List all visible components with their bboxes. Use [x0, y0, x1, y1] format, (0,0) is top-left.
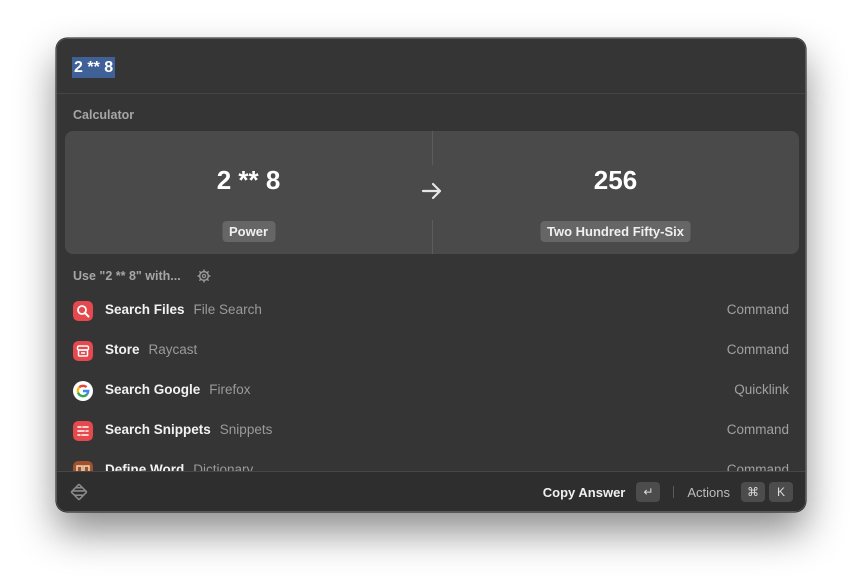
- list-item-type: Quicklink: [734, 382, 789, 397]
- list-item-title: Search Snippets Snippets: [105, 422, 273, 437]
- calculator-expression-label: Power: [221, 221, 276, 242]
- search-bar[interactable]: 2 ** 8: [57, 39, 805, 94]
- list-item-title: Store Raycast: [105, 342, 198, 357]
- list-item-store[interactable]: Store Raycast Command: [57, 331, 805, 371]
- list-item-title: Search Files File Search: [105, 302, 262, 317]
- list-item-search-snippets[interactable]: Search Snippets Snippets Command: [57, 411, 805, 451]
- calculator-section-title: Calculator: [73, 108, 135, 122]
- list-item-type: Command: [726, 422, 789, 437]
- command-key-hint: ⌘: [741, 482, 765, 502]
- action-bar: Copy Answer ↵ Actions ⌘ K: [57, 471, 805, 511]
- snippets-icon: [73, 421, 93, 441]
- use-with-label: Use "2 ** 8" with...: [73, 269, 181, 283]
- calculator-expression-panel: 2 ** 8 Power: [65, 131, 432, 254]
- store-icon: [73, 341, 93, 361]
- calculator-expression: 2 ** 8: [216, 165, 281, 195]
- gear-icon[interactable]: [197, 269, 211, 283]
- list-item-search-google[interactable]: Search Google Firefox Quicklink: [57, 371, 805, 411]
- return-key-hint: ↵: [636, 482, 661, 502]
- calculator-result-panel: 256 Two Hundred Fifty-Six: [432, 131, 799, 254]
- list-item-type: Command: [726, 342, 789, 357]
- k-key-hint: K: [769, 482, 793, 502]
- actions-button[interactable]: Actions: [687, 485, 730, 500]
- launcher-window: 2 ** 8 Calculator 2 ** 8 Power 256 Two H…: [56, 38, 806, 512]
- list-item-subtitle: Firefox: [209, 382, 251, 397]
- list-item-subtitle: Snippets: [219, 422, 273, 437]
- google-icon: [73, 381, 93, 401]
- list-item-type: Command: [726, 302, 789, 317]
- list-item-title: Search Google Firefox: [105, 382, 251, 397]
- calculator-result-label: Two Hundred Fifty-Six: [540, 221, 691, 242]
- copy-answer-button[interactable]: Copy Answer: [543, 485, 626, 500]
- action-bar-actions: Copy Answer ↵ Actions ⌘ K: [543, 481, 793, 503]
- magnifier-icon: [73, 301, 93, 321]
- footer-separator: [673, 486, 675, 498]
- list-item-subtitle: File Search: [193, 302, 262, 317]
- list-item-subtitle: Raycast: [148, 342, 198, 357]
- list-item-search-files[interactable]: Search Files File Search Command: [57, 291, 805, 331]
- search-input[interactable]: 2 ** 8: [72, 57, 116, 78]
- calculator-card[interactable]: 2 ** 8 Power 256 Two Hundred Fifty-Six: [65, 131, 799, 254]
- use-with-header: Use "2 ** 8" with...: [73, 268, 211, 284]
- app-logo-icon[interactable]: [69, 482, 89, 502]
- calculator-result: 256: [593, 165, 638, 195]
